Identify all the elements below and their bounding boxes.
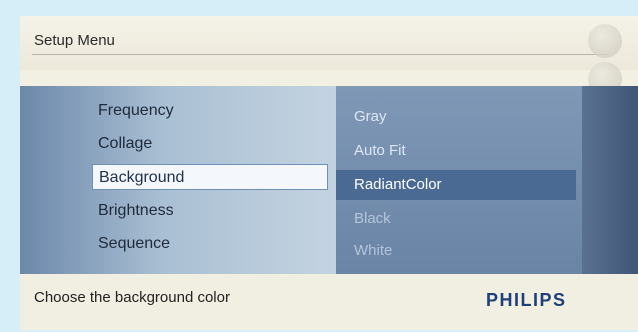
header-divider	[32, 54, 608, 55]
menu-item-collage[interactable]: Collage	[92, 131, 328, 157]
option-white[interactable]: White	[336, 236, 576, 266]
menu-item-background[interactable]: Background	[92, 164, 328, 190]
option-gray[interactable]: Gray	[336, 102, 576, 132]
menu-item-sequence[interactable]: Sequence	[92, 231, 328, 257]
menu-item-frequency[interactable]: Frequency	[92, 98, 328, 124]
brand-logo: PHILIPS	[486, 290, 567, 310]
menu-item-brightness[interactable]: Brightness	[92, 198, 328, 224]
background-options-list: Gray Auto Fit RadiantColor Black White	[336, 86, 582, 274]
page-title: Setup Menu	[34, 32, 115, 49]
header: Setup Menu	[20, 16, 638, 70]
option-auto-fit[interactable]: Auto Fit	[336, 136, 576, 166]
side-strip	[582, 86, 638, 274]
menu-area: Frequency Collage Background Brightness …	[20, 86, 638, 274]
footer: Choose the background color PHILIPS	[20, 274, 638, 330]
option-black[interactable]: Black	[336, 204, 576, 234]
help-text: Choose the background color	[34, 289, 230, 306]
option-radiantcolor[interactable]: RadiantColor	[336, 170, 576, 200]
setup-menu-list: Frequency Collage Background Brightness …	[20, 86, 336, 274]
settings-icon[interactable]	[588, 24, 622, 58]
photo-frame-screen: Setup Menu Frequency Collage Background …	[20, 16, 638, 330]
